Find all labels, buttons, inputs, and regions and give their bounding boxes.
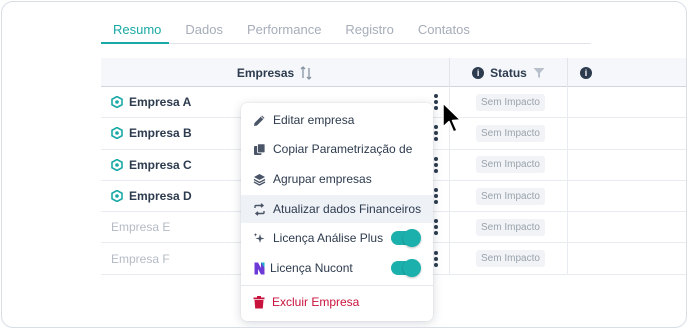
row-actions-kebab-icon[interactable]	[433, 125, 439, 142]
status-badge: Sem Impacto	[476, 93, 545, 111]
copy-icon	[254, 142, 266, 155]
status-cell: Sem Impacto	[449, 87, 567, 118]
company-logo-icon	[111, 190, 123, 203]
menu-item-excluir-empresa[interactable]: Excluir Empresa	[241, 288, 433, 316]
tab-contatos[interactable]: Contatos	[406, 16, 482, 44]
row-actions-kebab-icon[interactable]	[433, 94, 439, 111]
menu-item-atualizar-dados-financeiros[interactable]: Atualizar dados Financeiros	[241, 195, 433, 223]
menu-item-licenca-nucont[interactable]: Licença Nucont	[241, 254, 433, 282]
tab-dados[interactable]: Dados	[173, 16, 235, 44]
menu-item-copiar-parametrizacao[interactable]: Copiar Parametrização de	[241, 135, 433, 163]
menu-item-label: Editar empresa	[273, 113, 355, 127]
row-actions-kebab-icon[interactable]	[433, 219, 439, 236]
nucont-toggle[interactable]	[391, 259, 421, 277]
extra-cell	[567, 180, 686, 212]
company-logo-icon	[111, 96, 123, 109]
info-icon[interactable]: i	[580, 66, 592, 79]
tabs-divider	[101, 43, 591, 44]
status-cell: Sem Impacto	[449, 118, 567, 149]
active-tab-indicator	[101, 42, 169, 44]
trash-icon	[253, 295, 265, 308]
empresa-name: Empresa C	[129, 157, 192, 172]
column-header-label: Status	[490, 65, 527, 80]
analise-plus-toggle[interactable]	[391, 229, 421, 247]
status-badge: Sem Impacto	[476, 124, 545, 142]
empresa-name: Empresa A	[129, 95, 192, 110]
sort-icon[interactable]	[300, 65, 312, 80]
menu-item-label: Excluir Empresa	[272, 295, 360, 309]
company-logo-icon	[111, 158, 123, 171]
row-actions-kebab-icon[interactable]	[433, 250, 439, 267]
extra-cell	[567, 87, 686, 118]
table-header: Empresas i Status i	[101, 58, 686, 87]
status-badge: Sem Impacto	[476, 218, 545, 236]
menu-item-label: Agrupar empresas	[273, 172, 372, 186]
row-actions-kebab-icon[interactable]	[433, 156, 439, 173]
extra-cell	[567, 118, 686, 149]
company-logo-icon	[111, 127, 123, 140]
row-actions-kebab-icon[interactable]	[433, 188, 439, 205]
column-header-extra[interactable]: i	[567, 58, 686, 87]
filter-icon[interactable]	[533, 67, 545, 79]
extra-cell	[567, 149, 686, 180]
empresa-name: Empresa D	[129, 189, 192, 204]
status-badge: Sem Impacto	[476, 250, 545, 268]
status-badge: Sem Impacto	[476, 156, 545, 174]
column-header-label: Empresas	[236, 65, 295, 80]
empresa-name: Empresa E	[111, 220, 171, 235]
tab-resumo[interactable]: Resumo	[101, 16, 173, 44]
menu-item-label: Copiar Parametrização de	[273, 142, 413, 156]
empresa-name: Empresa F	[111, 251, 170, 266]
extra-cell	[567, 243, 686, 274]
tab-bar: Resumo Dados Performance Registro Contat…	[101, 16, 482, 44]
sparkle-icon	[253, 232, 265, 243]
status-cell: Sem Impacto	[449, 243, 567, 274]
menu-item-label: Licença Análise Plus	[273, 231, 384, 245]
info-icon[interactable]: i	[472, 66, 485, 79]
status-badge: Sem Impacto	[476, 187, 545, 205]
column-header-status[interactable]: i Status	[449, 58, 567, 87]
menu-item-label: Licença Nucont	[270, 261, 353, 275]
empresa-name: Empresa B	[129, 126, 192, 141]
menu-item-licenca-analise-plus[interactable]: Licença Análise Plus	[241, 224, 433, 252]
status-cell: Sem Impacto	[449, 149, 567, 180]
tab-registro[interactable]: Registro	[333, 16, 405, 44]
row-actions-menu: Editar empresa Copiar Parametrização de …	[241, 103, 433, 321]
status-cell: Sem Impacto	[449, 212, 567, 243]
nucont-logo-icon	[254, 262, 265, 274]
tab-performance[interactable]: Performance	[235, 16, 333, 44]
refresh-icon	[254, 202, 265, 216]
status-cell: Sem Impacto	[449, 180, 567, 212]
menu-item-agrupar-empresas[interactable]: Agrupar empresas	[241, 165, 433, 193]
extra-cell	[567, 212, 686, 243]
app-frame: Resumo Dados Performance Registro Contat…	[1, 1, 687, 328]
column-header-empresas[interactable]: Empresas	[101, 58, 448, 87]
mouse-cursor-icon	[442, 102, 462, 133]
menu-divider	[241, 285, 433, 286]
layers-icon	[253, 173, 266, 186]
menu-item-editar-empresa[interactable]: Editar empresa	[241, 106, 433, 134]
menu-item-label: Atualizar dados Financeiros	[273, 202, 422, 216]
pencil-icon	[254, 115, 265, 126]
